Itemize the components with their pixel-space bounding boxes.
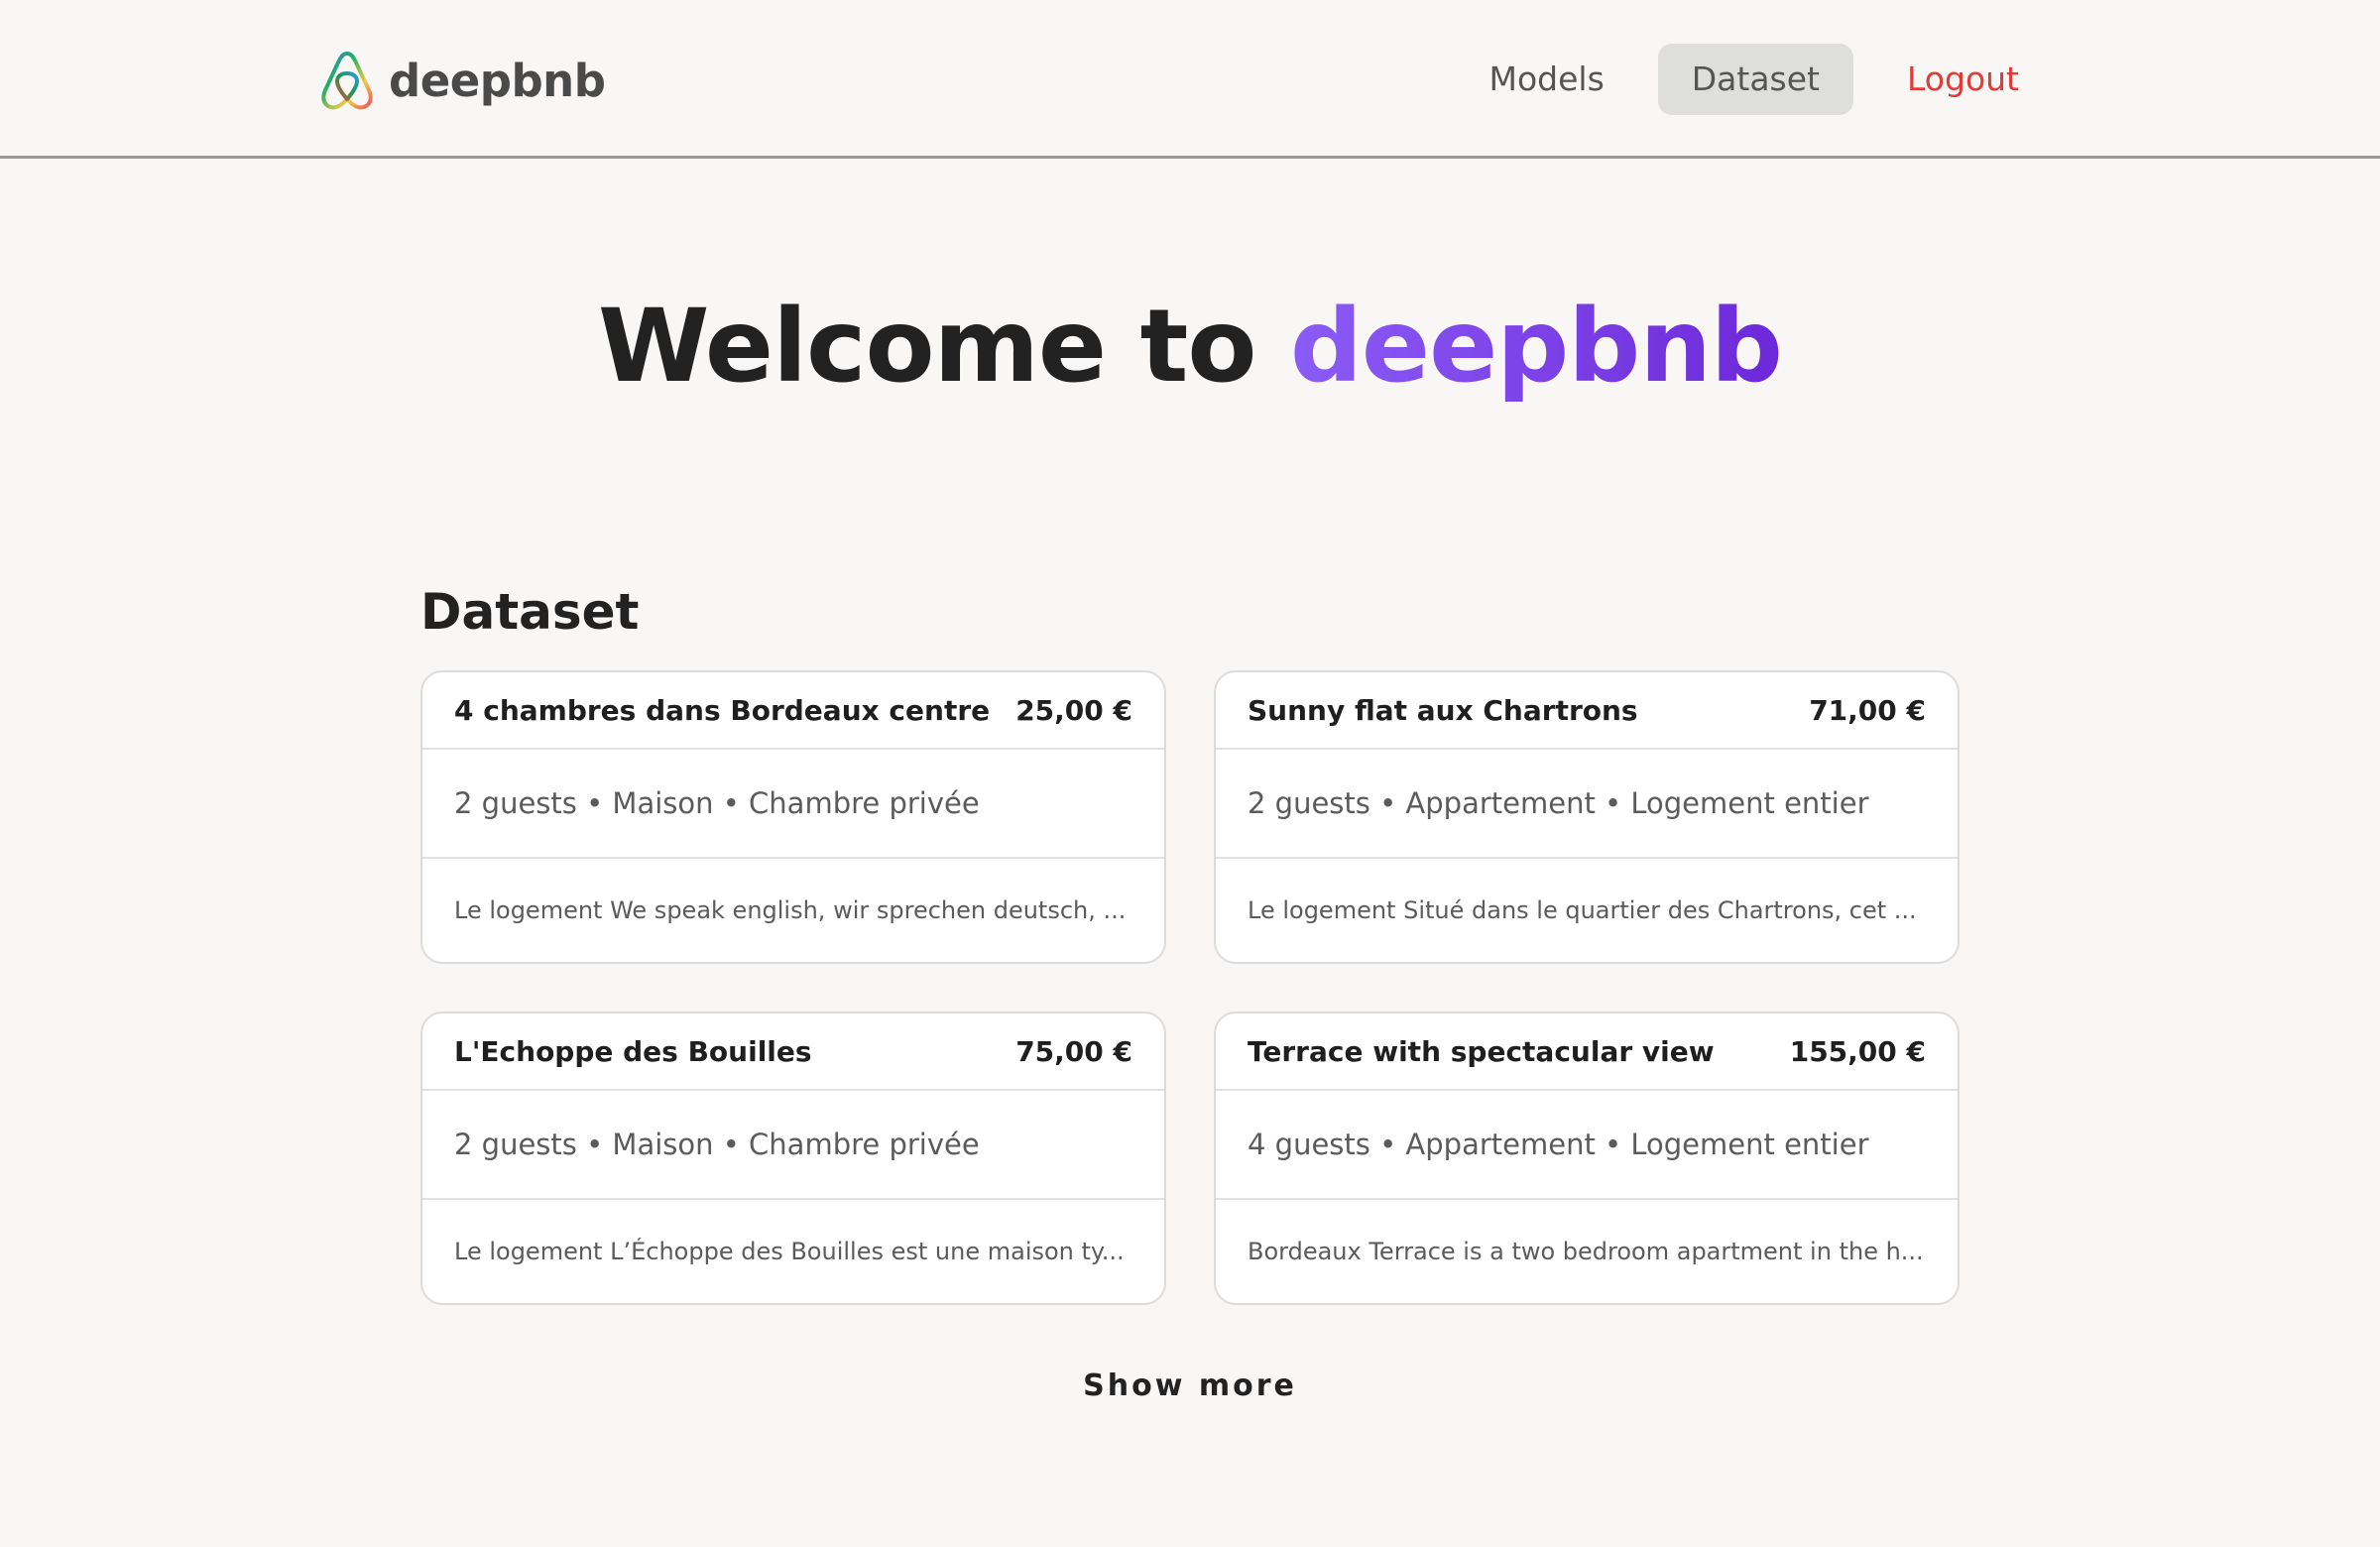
listing-description-row: Le logement We speak english, wir sprech… [422, 859, 1164, 962]
listing-description-row: Le logement Situé dans le quartier des C… [1216, 859, 1958, 962]
listing-description: Le logement L’Échoppe des Bouilles est u… [454, 1238, 1125, 1265]
top-navbar: deepbnb Models Dataset Logout [0, 0, 2380, 159]
airbnb-belo-icon [321, 52, 373, 110]
hero-prefix: Welcome to [598, 288, 1290, 406]
listing-description: Le logement We speak english, wir sprech… [454, 896, 1127, 924]
card-header: 4 chambres dans Bordeaux centre 25,00 € [422, 672, 1164, 750]
nav-logout[interactable]: Logout [1873, 44, 2053, 115]
hero-heading: Welcome to deepbnb [0, 288, 2380, 406]
listing-card[interactable]: Terrace with spectacular view 155,00 € 4… [1214, 1012, 1960, 1305]
listing-meta: 2 guests • Maison • Chambre privée [422, 1091, 1164, 1200]
brand-logo[interactable]: deepbnb [317, 46, 606, 115]
listing-title: 4 chambres dans Bordeaux centre [454, 693, 991, 727]
listing-description-row: Le logement L’Échoppe des Bouilles est u… [422, 1200, 1164, 1303]
listing-meta: 4 guests • Appartement • Logement entier [1216, 1091, 1958, 1200]
listing-title: L'Echoppe des Bouilles [454, 1034, 812, 1068]
listing-price: 71,00 € [1809, 693, 1926, 727]
nav-dataset[interactable]: Dataset [1657, 44, 1853, 115]
listing-card[interactable]: Sunny flat aux Chartrons 71,00 € 2 guest… [1214, 670, 1960, 964]
card-header: L'Echoppe des Bouilles 75,00 € [422, 1013, 1164, 1091]
show-more-row: Show more [0, 1368, 2380, 1403]
section-title: Dataset [420, 583, 640, 641]
listing-meta: 2 guests • Maison • Chambre privée [422, 750, 1164, 859]
show-more-button[interactable]: Show more [1083, 1368, 1297, 1403]
listing-price: 25,00 € [1015, 693, 1132, 727]
listing-title: Terrace with spectacular view [1248, 1034, 1715, 1068]
logo-text: deepbnb [389, 54, 606, 107]
listing-title: Sunny flat aux Chartrons [1248, 693, 1638, 727]
listing-card[interactable]: 4 chambres dans Bordeaux centre 25,00 € … [420, 670, 1166, 964]
hero-brand: deepbnb [1289, 288, 1783, 406]
card-header: Terrace with spectacular view 155,00 € [1216, 1013, 1958, 1091]
listing-price: 75,00 € [1015, 1034, 1132, 1068]
listing-price: 155,00 € [1789, 1034, 1926, 1068]
listing-description-row: Bordeaux Terrace is a two bedroom apartm… [1216, 1200, 1958, 1303]
listing-description: Bordeaux Terrace is a two bedroom apartm… [1248, 1238, 1924, 1265]
listing-grid: 4 chambres dans Bordeaux centre 25,00 € … [420, 670, 1960, 1305]
listing-card[interactable]: L'Echoppe des Bouilles 75,00 € 2 guests … [420, 1012, 1166, 1305]
listing-meta: 2 guests • Appartement • Logement entier [1216, 750, 1958, 859]
main-nav: Models Dataset Logout [1455, 44, 2053, 115]
card-header: Sunny flat aux Chartrons 71,00 € [1216, 672, 1958, 750]
nav-models[interactable]: Models [1455, 44, 1637, 115]
listing-description: Le logement Situé dans le quartier des C… [1248, 896, 1917, 924]
